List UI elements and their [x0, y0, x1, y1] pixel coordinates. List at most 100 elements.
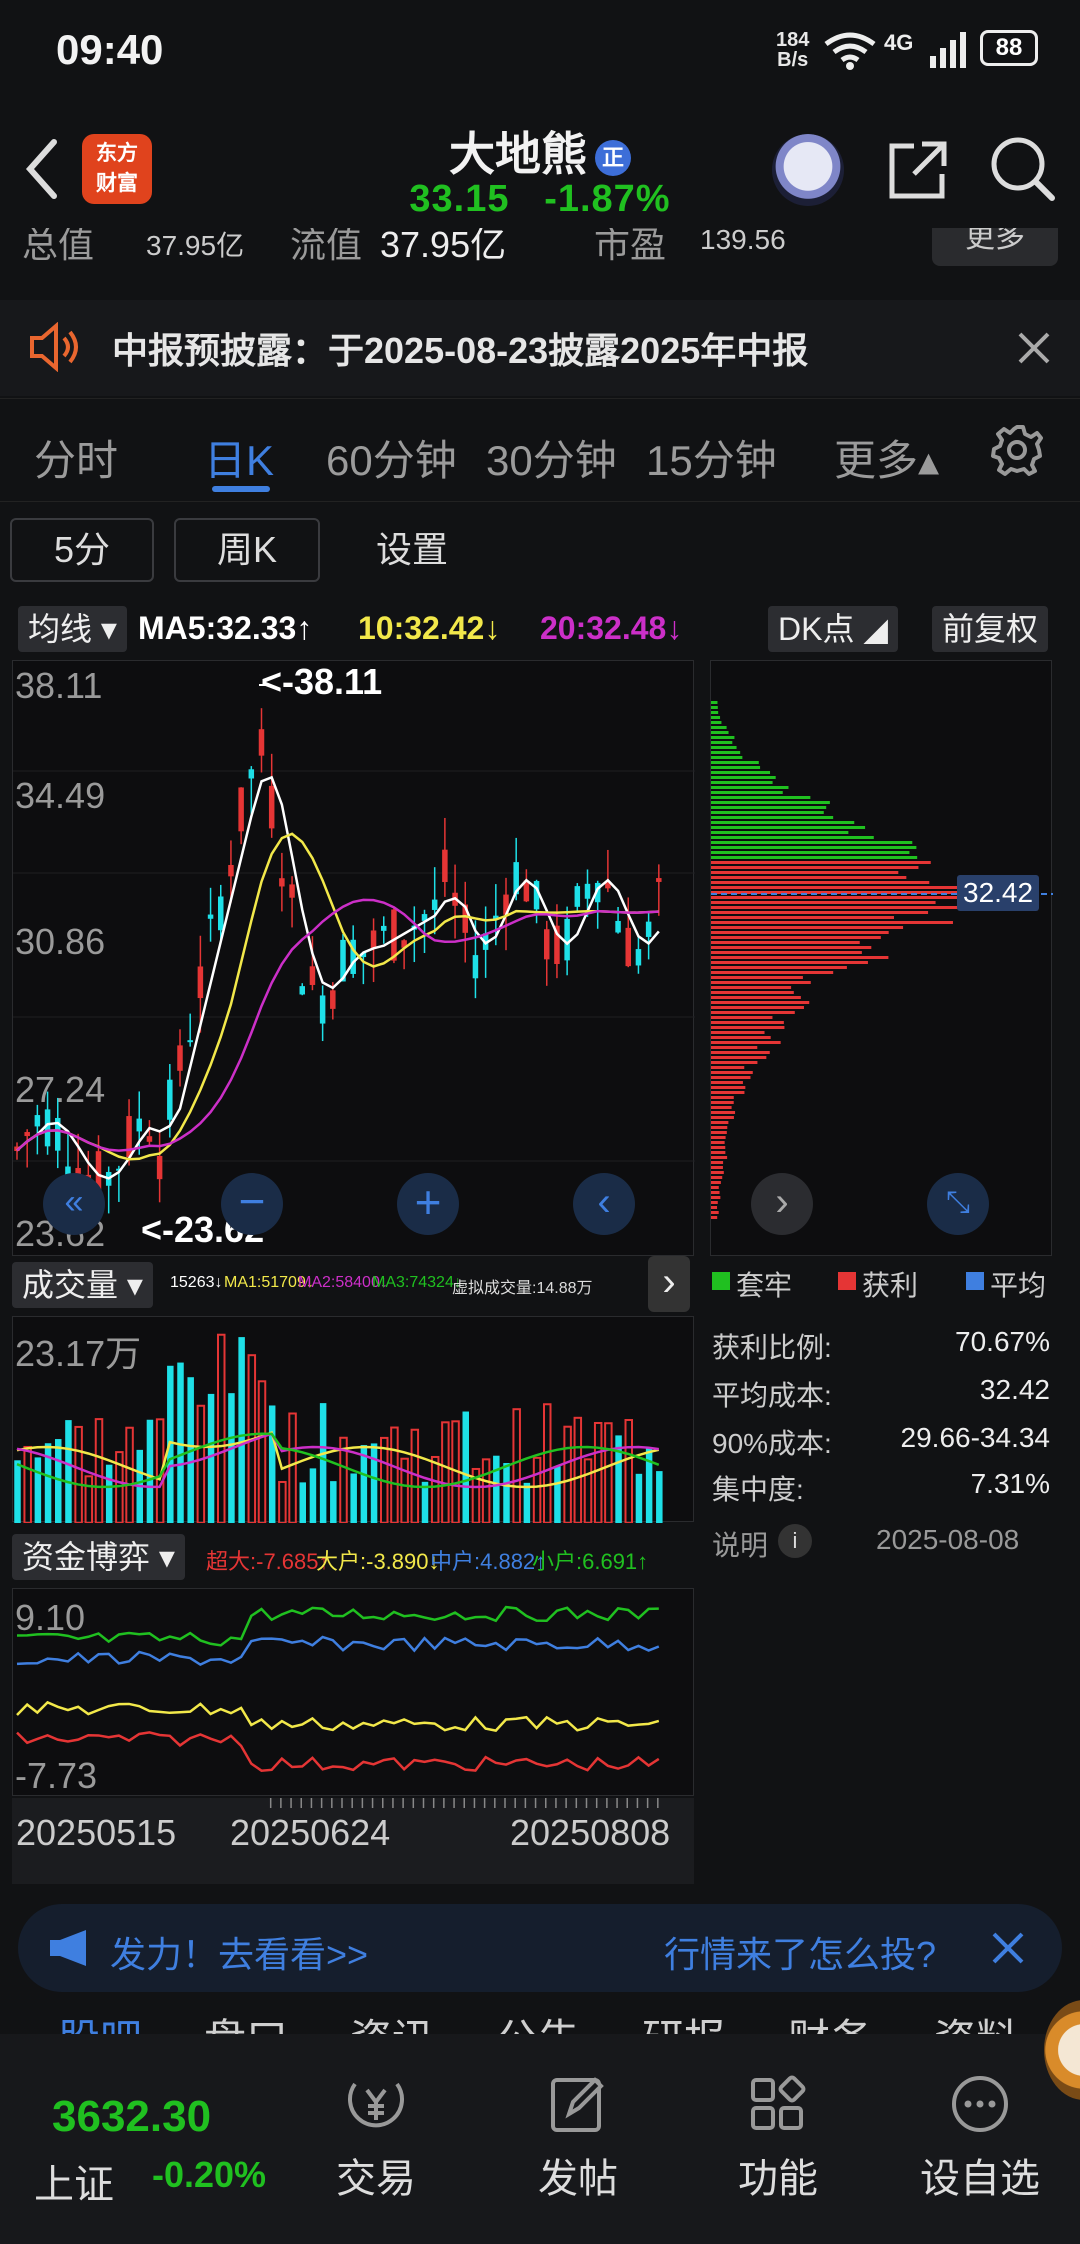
- chip-distribution-chart[interactable]: 32.42 › ⤡: [710, 660, 1053, 1256]
- chip-bar: [711, 1191, 720, 1194]
- chip-bar: [711, 951, 862, 954]
- candle-body: [330, 990, 336, 1009]
- chip-date: 2025-08-08: [876, 1524, 1020, 1555]
- chip-bar: [711, 1106, 732, 1109]
- fund-flow-chart[interactable]: 9.10 -7.73: [12, 1588, 694, 1796]
- gear-icon[interactable]: [990, 423, 1044, 477]
- volume-current: 15263↓: [170, 1274, 223, 1291]
- zoom-in-button[interactable]: +: [397, 1173, 459, 1235]
- status-bar: 09:40 184 B/s 4G 88: [0, 0, 1080, 100]
- volume-bar: [125, 1426, 134, 1524]
- candle-body: [431, 899, 438, 910]
- search-icon[interactable]: [988, 134, 1058, 204]
- nav-functions[interactable]: 功能: [708, 2074, 848, 2224]
- active-tab-indicator: [212, 486, 270, 492]
- close-icon[interactable]: [1016, 330, 1052, 366]
- chip-bar: [711, 1186, 719, 1189]
- volume-bar: [278, 1480, 287, 1524]
- candle-body: [258, 729, 265, 756]
- ai-assistant-icon[interactable]: [772, 134, 844, 206]
- tab-more[interactable]: 更多▴: [834, 427, 939, 488]
- index-change: -0.20%: [152, 2154, 267, 2195]
- nav-post[interactable]: 发帖: [508, 2074, 648, 2224]
- tab-intraday[interactable]: 分时: [34, 427, 118, 488]
- index-quote[interactable]: 3632.30 上证 -0.20%: [0, 2034, 300, 2244]
- chip-legend: 套牢 获利 平均: [712, 1264, 1062, 1304]
- avg-cost-label: 平均成本:: [712, 1380, 832, 1411]
- settings-button[interactable]: 设置: [340, 518, 484, 582]
- zoom-out-button[interactable]: −: [221, 1173, 283, 1235]
- profit-ratio-label: 获利比例:: [712, 1332, 832, 1363]
- chip-bar: [711, 1156, 728, 1159]
- adjust-selector[interactable]: 前复权: [932, 606, 1049, 652]
- share-icon[interactable]: [886, 138, 950, 202]
- volume-bar: [512, 1408, 521, 1524]
- fund-big: 大户:-3.890↓: [316, 1549, 440, 1574]
- more-dots-icon: [952, 2076, 1008, 2132]
- chip-bar: [711, 1061, 758, 1064]
- five-min-button[interactable]: 5分: [10, 518, 154, 582]
- nav-add-watchlist[interactable]: 设自选: [910, 2074, 1050, 2224]
- expand-icon[interactable]: ⤡: [927, 1173, 989, 1235]
- chip-bar: [711, 976, 803, 979]
- candle-body: [635, 949, 642, 966]
- ad-banner[interactable]: 发力！去看看>> 行情来了怎么投?: [18, 1904, 1062, 1992]
- volume-bar: [34, 1457, 42, 1523]
- chip-bar: [711, 796, 811, 799]
- chip-bar: [711, 986, 792, 989]
- registration-badge: 正: [595, 139, 631, 176]
- volume-bar: [481, 1458, 491, 1525]
- kline-chart[interactable]: 38.11 34.49 30.86 27.24 23.62 <-38.11 <-…: [12, 660, 695, 1256]
- candle-body: [656, 878, 662, 882]
- volume-ma1-line: [16, 1430, 660, 1489]
- scroll-far-left-button[interactable]: «: [43, 1173, 105, 1235]
- volume-bar: [94, 1418, 104, 1524]
- chip-bar: [711, 1181, 721, 1184]
- fund-super-line: [16, 1731, 660, 1772]
- chip-note[interactable]: 说明 i 2025-08-08: [712, 1524, 1052, 1564]
- scroll-right-button[interactable]: ›: [751, 1173, 813, 1235]
- info-icon: i: [778, 1524, 812, 1558]
- candle-body: [268, 785, 275, 829]
- volume-chart[interactable]: 23.17万: [12, 1316, 694, 1525]
- legend-locked: 套牢: [736, 1270, 793, 1301]
- notice-bar[interactable]: 中报预披露：于2025-08-23披露2025年中报: [0, 300, 1080, 396]
- close-ad-icon[interactable]: [990, 1930, 1026, 1966]
- date-mid: 20250624: [230, 1812, 391, 1853]
- chip-bar: [711, 1081, 743, 1084]
- volume-bar: [593, 1421, 603, 1524]
- candle-body: [34, 1115, 41, 1127]
- volume-selector[interactable]: 成交量 ▾: [12, 1262, 153, 1308]
- clock: 09:40: [56, 26, 164, 73]
- more-info-button[interactable]: 更多: [932, 228, 1058, 266]
- scroll-left-button[interactable]: ‹: [573, 1173, 635, 1235]
- ma5-value: MA5:32.33↑: [138, 610, 313, 646]
- tab-60min[interactable]: 60分钟: [326, 427, 457, 488]
- tab-30min[interactable]: 30分钟: [486, 427, 617, 488]
- speaker-icon: [30, 322, 78, 372]
- nav-trade[interactable]: 交易: [306, 2074, 446, 2224]
- chip-bar: [711, 1131, 727, 1134]
- ma-selector[interactable]: 均线 ▾: [18, 606, 127, 652]
- candle-body: [299, 986, 305, 995]
- volume-bar: [430, 1455, 440, 1525]
- expand-panel-button[interactable]: ›: [648, 1256, 690, 1312]
- chip-bar: [711, 706, 718, 709]
- chip-bar: [711, 936, 881, 939]
- candle-body: [472, 955, 479, 979]
- price-label-4: 27.24: [15, 1069, 106, 1110]
- chip-bar: [711, 871, 899, 874]
- fund-selector[interactable]: 资金博弈 ▾: [12, 1534, 185, 1580]
- volume-bar: [604, 1422, 613, 1524]
- chip-bar: [711, 786, 789, 789]
- dk-point-selector[interactable]: DK点 ◢: [768, 606, 898, 652]
- week-k-button[interactable]: 周K: [174, 518, 320, 582]
- ma10-line: [16, 832, 659, 1161]
- candle-body: [207, 914, 214, 919]
- bottom-nav: 3632.30 上证 -0.20% 交易 发帖 功能 设自选: [0, 2034, 1080, 2244]
- tab-15min[interactable]: 15分钟: [646, 427, 777, 488]
- fund-mid: 中户:4.882↑: [430, 1549, 547, 1574]
- chip-bar: [711, 801, 830, 804]
- chip-bar: [711, 1121, 729, 1124]
- tab-daily-k[interactable]: 日K: [204, 427, 274, 488]
